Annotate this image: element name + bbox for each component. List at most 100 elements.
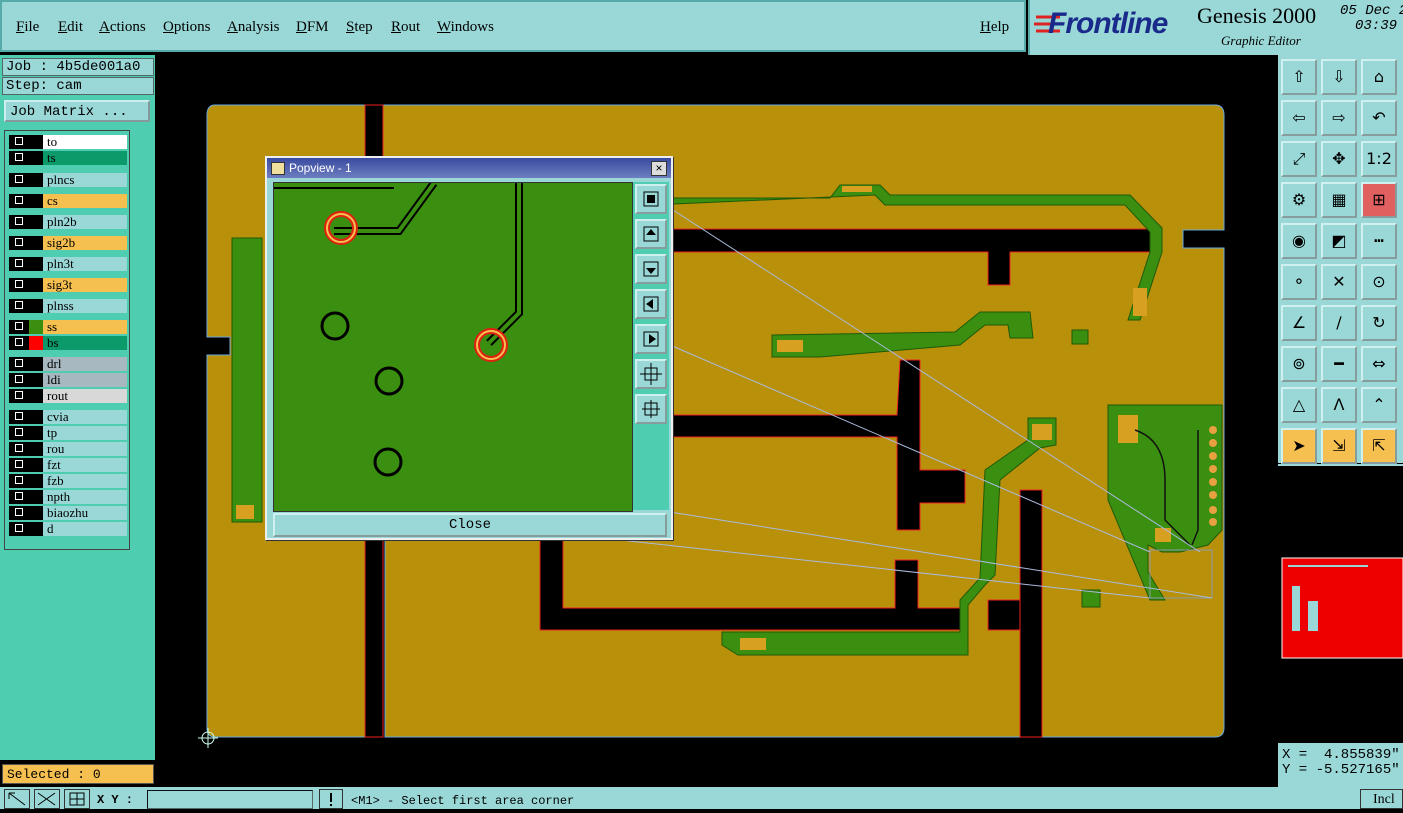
measure-icon[interactable] bbox=[34, 789, 60, 809]
layer-checkbox[interactable] bbox=[9, 426, 29, 440]
alert-icon[interactable] bbox=[319, 789, 343, 809]
undo-zoom-icon[interactable]: ↶ bbox=[1361, 100, 1397, 136]
layer-checkbox[interactable] bbox=[9, 135, 29, 149]
layer-row-d[interactable]: d bbox=[9, 522, 127, 536]
layer-row-ts[interactable]: ts bbox=[9, 151, 127, 165]
layer-checkbox[interactable] bbox=[9, 389, 29, 403]
pan-up-icon[interactable] bbox=[635, 219, 667, 249]
move-left-icon[interactable]: ⇦ bbox=[1281, 100, 1317, 136]
dimension-icon[interactable]: ⇔ bbox=[1361, 346, 1397, 382]
rotate-icon[interactable]: ↻ bbox=[1361, 305, 1397, 341]
diagonal-tool-icon[interactable]: ∕ bbox=[1321, 305, 1357, 341]
snap-pads-icon[interactable]: ⊞ bbox=[1361, 182, 1397, 218]
zoom-home-icon[interactable]: ⤢ bbox=[1281, 141, 1317, 177]
connect-nodes-icon[interactable]: ⚬ bbox=[1281, 264, 1317, 300]
layer-row-tp[interactable]: tp bbox=[9, 426, 127, 440]
menu-dfm[interactable]: DFM bbox=[296, 19, 329, 36]
ruler-icon[interactable]: ┅ bbox=[1361, 223, 1397, 259]
layer-checkbox[interactable] bbox=[9, 458, 29, 472]
pointer-select-icon[interactable]: ⇱ bbox=[1361, 428, 1397, 464]
layer-checkbox[interactable] bbox=[9, 215, 29, 229]
layer-checkbox[interactable] bbox=[9, 236, 29, 250]
pan-down-icon[interactable] bbox=[635, 254, 667, 284]
menu-actions[interactable]: Actions bbox=[99, 19, 146, 36]
zoom-1-1-icon[interactable]: 1:2 bbox=[1361, 141, 1397, 177]
layer-checkbox[interactable] bbox=[9, 442, 29, 456]
layer-row-plnss[interactable]: plnss bbox=[9, 299, 127, 313]
layer-checkbox[interactable] bbox=[9, 278, 29, 292]
layer-row-plncs[interactable]: plncs bbox=[9, 173, 127, 187]
layer-checkbox[interactable] bbox=[9, 474, 29, 488]
layer-row-npth[interactable]: npth bbox=[9, 490, 127, 504]
layer-row-fzt[interactable]: fzt bbox=[9, 458, 127, 472]
layer-checkbox[interactable] bbox=[9, 194, 29, 208]
layer-row-ss[interactable]: ss bbox=[9, 320, 127, 334]
menu-rout[interactable]: Rout bbox=[391, 19, 420, 36]
zoom-fit-icon[interactable] bbox=[635, 184, 667, 214]
pointer-icon[interactable]: ➤ bbox=[1281, 428, 1317, 464]
layer-checkbox[interactable] bbox=[9, 151, 29, 165]
popview-close-button[interactable]: Close bbox=[273, 513, 667, 537]
layer-row-biaozhu[interactable]: biaozhu bbox=[9, 506, 127, 520]
menu-analysis[interactable]: Analysis bbox=[227, 19, 280, 36]
menu-edit[interactable]: Edit bbox=[58, 19, 83, 36]
line-tool-icon[interactable]: ◩ bbox=[1321, 223, 1357, 259]
layer-row-drl[interactable]: drl bbox=[9, 357, 127, 371]
angle-tool-icon[interactable]: ∠ bbox=[1281, 305, 1317, 341]
layer-row-rout[interactable]: rout bbox=[9, 389, 127, 403]
delete-node-icon[interactable]: ✕ bbox=[1321, 264, 1357, 300]
job-matrix-button[interactable]: Job Matrix ... bbox=[4, 100, 150, 122]
zoom-out-icon[interactable] bbox=[635, 394, 667, 424]
layer-checkbox[interactable] bbox=[9, 336, 29, 350]
layer-checkbox[interactable] bbox=[9, 410, 29, 424]
pan-left-icon[interactable] bbox=[635, 289, 667, 319]
select-feature-icon[interactable]: ◉ bbox=[1281, 223, 1317, 259]
layer-row-bs[interactable]: bs bbox=[9, 336, 127, 350]
layer-checkbox[interactable] bbox=[9, 522, 29, 536]
menu-file[interactable]: File bbox=[16, 19, 39, 36]
layer-checkbox[interactable] bbox=[9, 490, 29, 504]
grid-icon[interactable]: ▦ bbox=[1321, 182, 1357, 218]
grid-snap-icon[interactable] bbox=[64, 789, 90, 809]
home-icon[interactable]: ⌂ bbox=[1361, 59, 1397, 95]
layer-checkbox[interactable] bbox=[9, 257, 29, 271]
pad-snap-icon[interactable]: ⊚ bbox=[1281, 346, 1317, 382]
xy-input[interactable] bbox=[147, 790, 313, 809]
layer-row-pln3t[interactable]: pln3t bbox=[9, 257, 127, 271]
layer-checkbox[interactable] bbox=[9, 173, 29, 187]
layer-up-icon[interactable]: ⇧ bbox=[1281, 59, 1317, 95]
triangle-tool-icon[interactable]: △ bbox=[1281, 387, 1317, 423]
layer-checkbox[interactable] bbox=[9, 299, 29, 313]
menu-options[interactable]: Options bbox=[163, 19, 211, 36]
arc-tool-icon[interactable]: Λ bbox=[1321, 387, 1357, 423]
layer-checkbox[interactable] bbox=[9, 373, 29, 387]
window-menu-icon[interactable] bbox=[271, 162, 285, 175]
layer-down-icon[interactable]: ⇩ bbox=[1321, 59, 1357, 95]
menu-step[interactable]: Step bbox=[346, 19, 373, 36]
layer-checkbox[interactable] bbox=[9, 320, 29, 334]
pointer-box-icon[interactable]: ⇲ bbox=[1321, 428, 1357, 464]
add-pad-icon[interactable]: ⊙ bbox=[1361, 264, 1397, 300]
layer-checkbox[interactable] bbox=[9, 357, 29, 371]
layer-row-fzb[interactable]: fzb bbox=[9, 474, 127, 488]
layer-row-cs[interactable]: cs bbox=[9, 194, 127, 208]
menu-windows[interactable]: Windows bbox=[437, 19, 494, 36]
layer-row-to[interactable]: to bbox=[9, 135, 127, 149]
peak-tool-icon[interactable]: ⌃ bbox=[1361, 387, 1397, 423]
close-icon[interactable]: × bbox=[651, 161, 667, 176]
layer-row-sig3t[interactable]: sig3t bbox=[9, 278, 127, 292]
menu-help[interactable]: Help bbox=[980, 19, 1009, 36]
zoom-area-icon[interactable] bbox=[4, 789, 30, 809]
layer-row-ldi[interactable]: ldi bbox=[9, 373, 127, 387]
layer-row-cvia[interactable]: cvia bbox=[9, 410, 127, 424]
move-right-icon[interactable]: ⇨ bbox=[1321, 100, 1357, 136]
zoom-in-icon[interactable] bbox=[635, 359, 667, 389]
popview-canvas[interactable] bbox=[273, 182, 633, 512]
popview-titlebar[interactable]: Popview - 1 × bbox=[267, 158, 671, 178]
layer-checkbox[interactable] bbox=[9, 506, 29, 520]
layer-row-sig2b[interactable]: sig2b bbox=[9, 236, 127, 250]
layer-row-rou[interactable]: rou bbox=[9, 442, 127, 456]
zoom-center-icon[interactable]: ✥ bbox=[1321, 141, 1357, 177]
measure-tool-icon[interactable]: ⚙ bbox=[1281, 182, 1317, 218]
pan-right-icon[interactable] bbox=[635, 324, 667, 354]
